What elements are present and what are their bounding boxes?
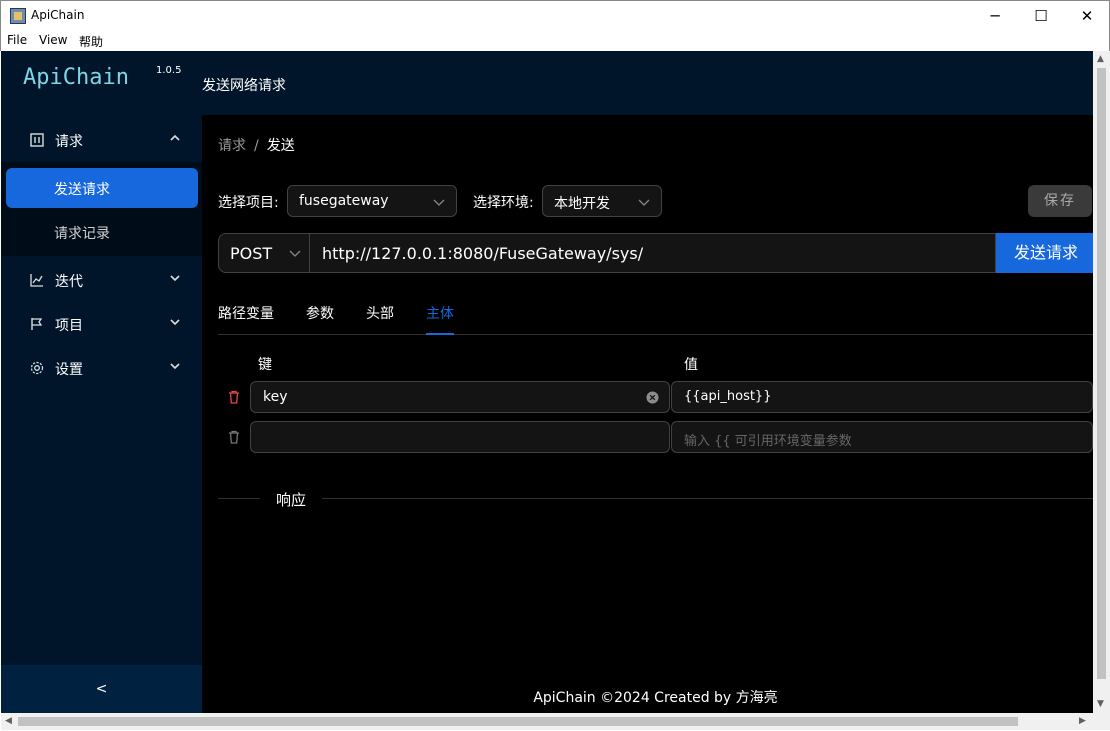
breadcrumb-separator: / [254,138,259,154]
chevron-down-icon [433,199,445,206]
chevron-down-icon [289,250,301,257]
chevron-up-icon [170,134,180,141]
line-chart-icon [30,274,43,287]
main-content: 请求 / 发送 选择项目: fusegateway 选择环境: 本地开发 保存 PO… [202,115,1109,713]
tab-body[interactable]: 主体 [426,303,454,323]
minimize-button[interactable]: ─ [972,1,1018,31]
horizontal-scrollbar[interactable]: ◀ ▶ [1,713,1093,730]
http-method-value: POST [230,244,273,263]
horizontal-scroll-thumb[interactable] [18,717,1018,726]
body-key-value: key [263,389,288,405]
divider-right [322,498,1093,499]
footer: ApiChain ©2024 Created by 方海亮 [533,690,778,706]
breadcrumb: 请求 / 发送 [218,135,295,155]
sidebar-item-iterations[interactable]: 迭代 [1,258,202,302]
request-tabs: 路径变量 参数 头部 主体 [218,295,1109,335]
tab-active-indicator [426,333,454,335]
chevron-down-icon [170,363,180,370]
tab-path-variables[interactable]: 路径变量 [218,303,274,323]
project-label: 选择项目: [218,195,279,211]
sidebar-item-projects[interactable]: 项目 [1,302,202,346]
chevron-down-icon [638,199,650,206]
panel-icon [30,133,44,147]
app-root: ApiChain 1.0.5 请求 发送请求 请求记录 迭代 项目 设置 < 发… [1,51,1109,713]
app-icon [10,8,26,24]
environment-select-value: 本地开发 [554,196,610,212]
breadcrumb-current: 发送 [266,138,295,154]
chevron-left-icon: < [95,681,108,697]
body-value-placeholder: 输入 {{ 可引用环境变量参数 [684,434,852,449]
maximize-button[interactable]: ☐ [1018,1,1064,31]
window-title: ApiChain [31,8,85,22]
window-titlebar: ApiChain ─ ☐ ✕ [0,0,1110,30]
menu-help[interactable]: 帮助 [79,33,103,50]
delete-row-icon[interactable] [226,389,242,405]
scroll-right-icon[interactable]: ▶ [1079,716,1086,726]
chevron-down-icon [170,275,180,282]
body-key-input[interactable]: key [250,381,670,413]
project-select[interactable]: fusegateway [287,185,457,217]
sidebar-subitem-label: 发送请求 [54,182,110,198]
scroll-left-icon[interactable]: ◀ [5,716,12,726]
environment-label: 选择环境: [473,195,534,211]
scroll-up-icon[interactable]: ▲ [1097,54,1104,64]
close-button[interactable]: ✕ [1064,1,1110,31]
sidebar-collapse-button[interactable]: < [1,665,202,713]
scrollbar-corner [1093,713,1110,730]
tab-headers[interactable]: 头部 [366,303,394,323]
body-value-input[interactable]: 输入 {{ 可引用环境变量参数 [671,421,1093,453]
save-button[interactable]: 保存 [1028,185,1092,217]
sidebar-subitem-label: 请求记录 [54,226,110,242]
http-method-select[interactable]: POST [218,233,310,273]
page-header: 发送网络请求 [202,51,1109,115]
sidebar-item-requests[interactable]: 请求 [1,118,202,162]
body-value-input[interactable]: {{api_host}} [671,381,1093,413]
url-input[interactable]: http://127.0.0.1:8080/FuseGateway/sys/ [310,233,996,273]
sidebar-subitem-request-history[interactable]: 请求记录 [6,212,198,252]
vertical-scroll-thumb[interactable] [1097,68,1106,679]
clear-icon[interactable] [646,391,659,404]
divider-left [218,498,260,499]
sidebar-item-settings[interactable]: 设置 [1,346,202,390]
flag-icon [31,318,43,330]
tab-params[interactable]: 参数 [306,303,334,323]
scroll-down-icon[interactable]: ▼ [1097,699,1104,709]
sidebar-item-label: 项目 [55,318,83,334]
key-column-header: 键 [258,357,272,373]
value-column-header: 值 [684,357,698,373]
sidebar-item-label: 设置 [55,362,83,378]
delete-row-icon[interactable] [226,429,242,445]
menu-view[interactable]: View [39,33,67,47]
chevron-down-icon [170,319,180,326]
vertical-scrollbar[interactable]: ▲ ▼ [1093,51,1110,713]
app-logo: ApiChain [23,65,129,90]
app-version: 1.0.5 [156,65,182,76]
sidebar-item-label: 请求 [55,134,83,150]
body-key-input[interactable] [250,421,670,453]
breadcrumb-parent[interactable]: 请求 [218,138,246,154]
url-input-value: http://127.0.0.1:8080/FuseGateway/sys/ [322,244,644,263]
menu-file[interactable]: File [7,33,27,47]
project-select-value: fusegateway [299,193,389,209]
environment-select[interactable]: 本地开发 [542,185,662,217]
sidebar-subitem-send-request[interactable]: 发送请求 [6,168,198,208]
sidebar: ApiChain 1.0.5 请求 发送请求 请求记录 迭代 项目 设置 < [1,51,202,713]
response-heading: 响应 [276,491,307,509]
menubar: File View 帮助 [0,30,1110,51]
gear-icon [30,361,44,375]
sidebar-item-label: 迭代 [55,274,83,290]
send-request-button[interactable]: 发送请求 [996,233,1096,273]
page-title: 发送网络请求 [202,78,286,94]
body-value-value: {{api_host}} [684,389,772,404]
